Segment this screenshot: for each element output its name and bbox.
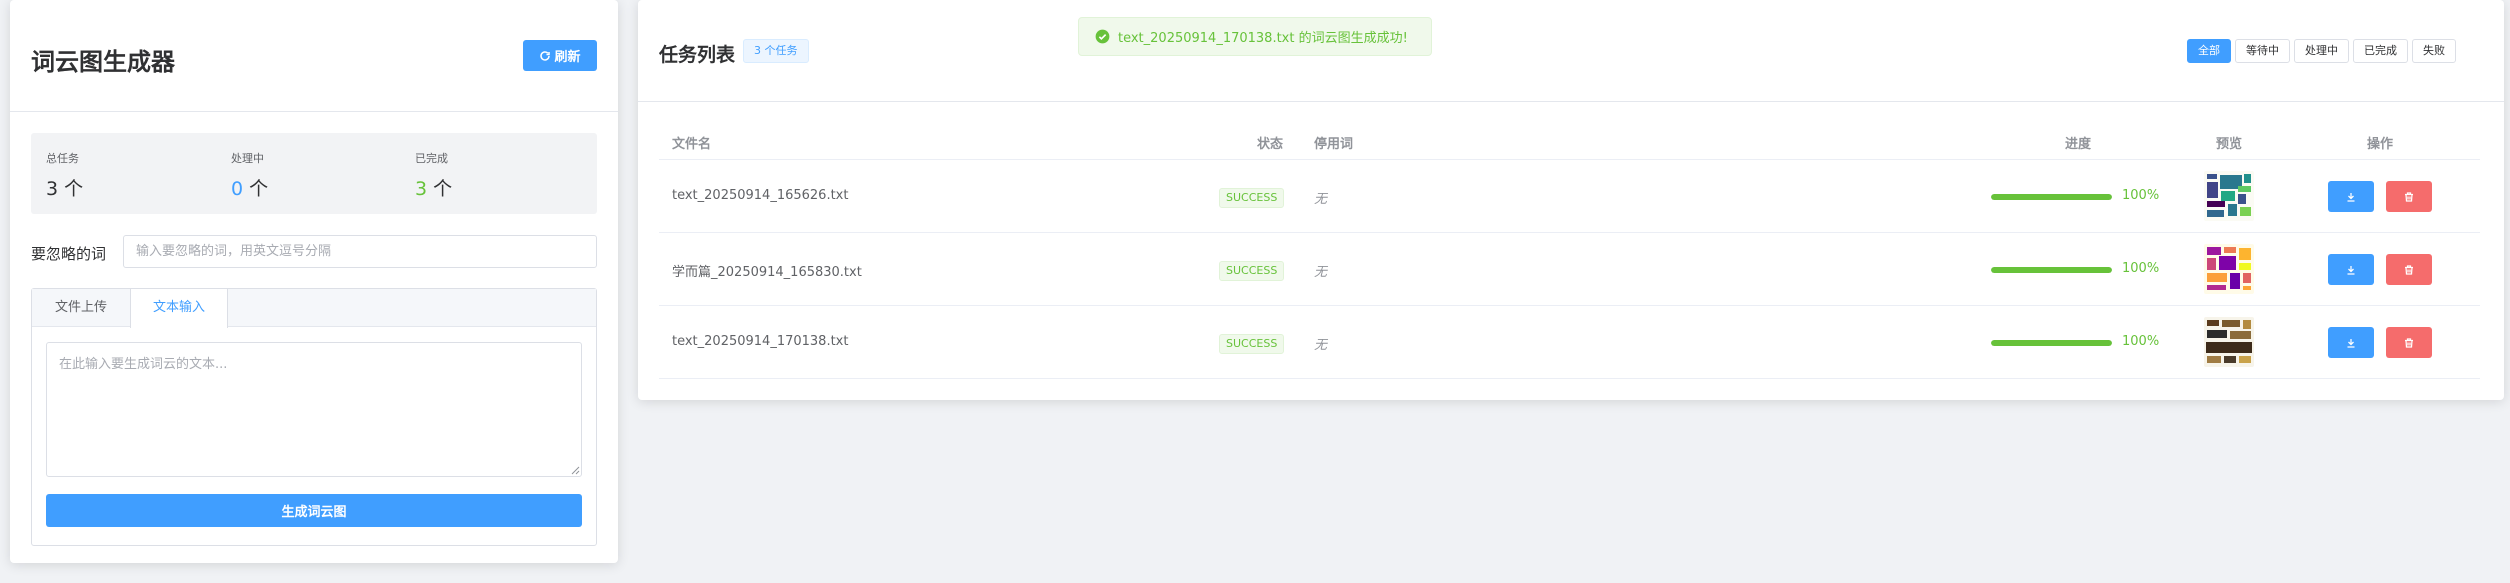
- table-header: 文件名 状态 停用词 进度 预览 操作: [659, 124, 2480, 160]
- app-title: 词云图生成器: [31, 48, 175, 76]
- col-stopwords: 停用词: [1314, 137, 1354, 152]
- row-stopwords: 无: [1314, 265, 1328, 280]
- refresh-button[interactable]: 刷新: [523, 40, 597, 71]
- trash-icon: [2405, 337, 2413, 348]
- filter-all[interactable]: 全部: [2187, 39, 2231, 63]
- progress-fill: [1991, 267, 2112, 273]
- col-filename: 文件名: [672, 137, 712, 152]
- table-row: 学而篇_20250914_165830.txt SUCCESS 无 100%: [659, 233, 2480, 306]
- task-list-panel: 任务列表 3 个任务 全部 等待中 处理中 已完成 失败 文件名 状态 停用词 …: [638, 0, 2504, 400]
- status-badge: SUCCESS: [1219, 334, 1285, 354]
- progress-bar: [1991, 340, 2112, 346]
- stat-completed-unit: 个: [433, 178, 453, 200]
- delete-button[interactable]: [2386, 181, 2432, 212]
- progress-text: 100%: [2122, 334, 2160, 349]
- refresh-label: 刷新: [554, 50, 581, 65]
- stat-processing-label: 处理中: [231, 152, 264, 165]
- stat-completed-value: 3: [415, 178, 428, 200]
- resize-grip-icon[interactable]: [570, 465, 580, 475]
- task-list-header: 任务列表 3 个任务 全部 等待中 处理中 已完成 失败: [638, 0, 2504, 102]
- progress-fill: [1991, 340, 2112, 346]
- toast-message: text_20250914_170138.txt 的词云图生成成功!: [1118, 31, 1408, 46]
- table-row: text_20250914_170138.txt SUCCESS 无 100%: [659, 306, 2480, 379]
- row-filename: text_20250914_170138.txt: [672, 334, 849, 349]
- col-progress: 进度: [2065, 137, 2092, 152]
- delete-button[interactable]: [2386, 327, 2432, 358]
- task-table: 文件名 状态 停用词 进度 预览 操作 text_20250914_165626…: [659, 124, 2480, 379]
- ignore-words-label: 要忽略的词: [31, 245, 107, 263]
- delete-button[interactable]: [2386, 254, 2432, 285]
- ignore-words-input[interactable]: [123, 235, 597, 268]
- row-filename: 学而篇_20250914_165830.txt: [672, 265, 862, 280]
- status-badge: SUCCESS: [1219, 188, 1285, 208]
- filter-waiting[interactable]: 等待中: [2235, 39, 2290, 63]
- row-stopwords: 无: [1314, 192, 1328, 207]
- tab-text-input[interactable]: 文本输入: [130, 289, 228, 328]
- filter-processing[interactable]: 处理中: [2294, 39, 2349, 63]
- download-icon: [2347, 338, 2355, 348]
- generate-button[interactable]: 生成词云图: [46, 494, 582, 527]
- stat-total-label: 总任务: [46, 152, 79, 165]
- download-button[interactable]: [2328, 327, 2374, 358]
- tabs-header: 文件上传 文本输入: [32, 289, 596, 328]
- generator-header: 词云图生成器 刷新: [10, 0, 618, 112]
- stat-total-unit: 个: [64, 178, 84, 200]
- download-button[interactable]: [2328, 254, 2374, 285]
- download-button[interactable]: [2328, 181, 2374, 212]
- progress-text: 100%: [2122, 261, 2160, 276]
- filter-failed[interactable]: 失败: [2412, 39, 2456, 63]
- trash-icon: [2405, 191, 2413, 202]
- stat-processing: 处理中 0 个: [231, 150, 268, 201]
- progress-bar: [1991, 194, 2112, 200]
- stat-total-value: 3: [46, 178, 59, 200]
- stat-processing-unit: 个: [249, 178, 269, 200]
- download-icon: [2347, 192, 2355, 202]
- col-actions: 操作: [2367, 137, 2394, 152]
- download-icon: [2347, 265, 2355, 275]
- trash-icon: [2405, 264, 2413, 275]
- row-filename: text_20250914_165626.txt: [672, 188, 849, 203]
- wordcloud-preview[interactable]: [2204, 317, 2254, 367]
- check-circle-icon: [1095, 29, 1110, 44]
- status-filter: 全部 等待中 处理中 已完成 失败: [2187, 39, 2456, 63]
- success-toast: text_20250914_170138.txt 的词云图生成成功!: [1078, 17, 1432, 56]
- progress-bar: [1991, 267, 2112, 273]
- task-count-badge: 3 个任务: [743, 39, 809, 63]
- table-row: text_20250914_165626.txt SUCCESS 无 100%: [659, 160, 2480, 233]
- progress-fill: [1991, 194, 2112, 200]
- stat-total: 总任务 3 个: [46, 150, 83, 201]
- tab-file-upload[interactable]: 文件上传: [32, 289, 130, 327]
- col-status: 状态: [1257, 137, 1284, 152]
- wordcloud-preview[interactable]: [2204, 171, 2254, 221]
- text-input-area[interactable]: [46, 342, 582, 477]
- stat-processing-value: 0: [231, 178, 244, 200]
- input-tabs: 文件上传 文本输入 生成词云图: [31, 288, 597, 546]
- status-badge: SUCCESS: [1219, 261, 1285, 281]
- row-stopwords: 无: [1314, 338, 1328, 353]
- page: 词云图生成器 刷新 总任务 3 个 处理中 0 个 已完成 3 个 要忽略的词 …: [0, 0, 2510, 583]
- progress-text: 100%: [2122, 188, 2160, 203]
- refresh-icon: [540, 50, 551, 61]
- filter-completed[interactable]: 已完成: [2353, 39, 2408, 63]
- stats-summary: 总任务 3 个 处理中 0 个 已完成 3 个: [31, 133, 597, 214]
- task-list-title: 任务列表: [659, 44, 736, 66]
- wordcloud-preview[interactable]: [2204, 244, 2254, 294]
- stat-completed: 已完成 3 个: [415, 150, 452, 201]
- stat-completed-label: 已完成: [415, 152, 448, 165]
- generator-panel: 词云图生成器 刷新 总任务 3 个 处理中 0 个 已完成 3 个 要忽略的词 …: [10, 0, 618, 563]
- col-preview: 预览: [2216, 137, 2243, 152]
